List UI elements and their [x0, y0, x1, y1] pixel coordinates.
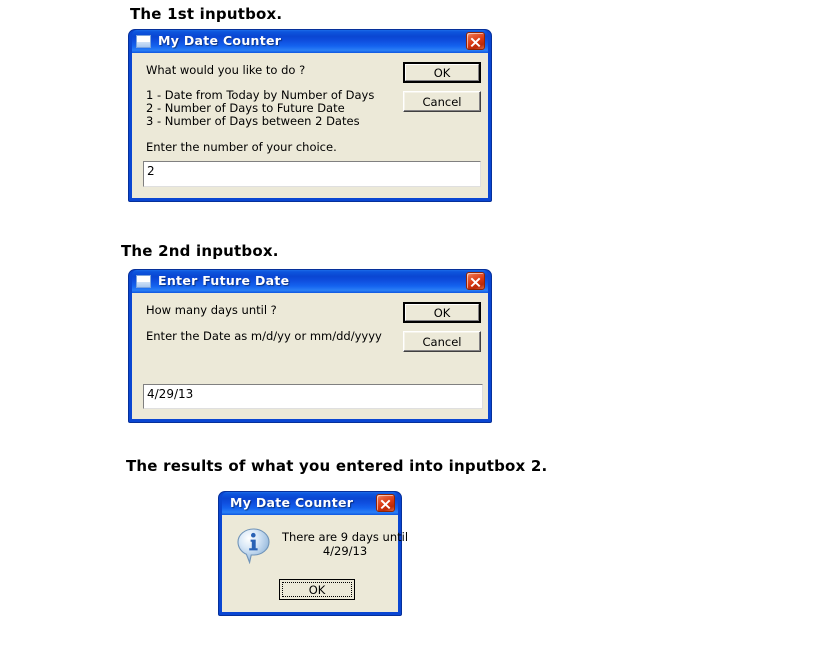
messagebox-client-area: There are 9 days until 4/29/13 OK [222, 515, 408, 612]
dialog-my-date-counter-1[interactable]: My Date Counter What would you like to d… [128, 29, 492, 202]
messagebox-message-line-2: 4/29/13 [322, 544, 368, 558]
dialog-2-title: Enter Future Date [158, 273, 290, 289]
dialog-1-ok-button[interactable]: OK [403, 62, 481, 83]
dialog-2-instruction: Enter the Date as m/d/yy or mm/dd/yyyy [146, 329, 382, 343]
dialog-enter-future-date[interactable]: Enter Future Date How many days until ? … [128, 269, 492, 423]
messagebox-ok-label: OK [282, 582, 352, 597]
caption-second-inputbox: The 2nd inputbox. [121, 242, 279, 260]
messagebox-message: There are 9 days until 4/29/13 [281, 530, 409, 558]
messagebox-message-line-1: There are 9 days until [281, 530, 409, 544]
document-icon [136, 35, 151, 48]
messagebox-title: My Date Counter [230, 495, 354, 511]
dialog-2-cancel-button[interactable]: Cancel [403, 331, 481, 352]
messagebox-ok-button[interactable]: OK [279, 579, 355, 600]
caption-first-inputbox: The 1st inputbox. [130, 5, 283, 23]
close-icon[interactable] [466, 272, 485, 290]
dialog-1-client-area: What would you like to do ? 1 - Date fro… [132, 53, 488, 198]
dialog-1-title: My Date Counter [158, 33, 282, 49]
dialog-2-input[interactable]: 4/29/13 [143, 384, 483, 409]
info-icon [237, 528, 271, 565]
dialog-1-cancel-button[interactable]: Cancel [403, 91, 481, 112]
dialog-2-ok-button[interactable]: OK [403, 302, 481, 323]
dialog-1-ok-label: OK [405, 64, 479, 81]
messagebox-my-date-counter[interactable]: My Date Counter There are 9 days until 4… [218, 491, 408, 616]
dialog-1-prompt: What would you like to do ? [146, 63, 306, 77]
document-icon [136, 275, 151, 288]
dialog-2-prompt: How many days until ? [146, 303, 277, 317]
dialog-1-option-3: 3 - Number of Days between 2 Dates [146, 114, 360, 128]
dialog-1-input[interactable]: 2 [143, 161, 481, 187]
dialog-2-client-area: How many days until ? Enter the Date as … [132, 293, 488, 419]
dialog-1-instruction: Enter the number of your choice. [146, 140, 337, 154]
dialog-2-ok-label: OK [405, 304, 479, 321]
close-icon[interactable] [376, 494, 395, 512]
titlebar-messagebox[interactable]: My Date Counter [222, 492, 398, 515]
caption-results: The results of what you entered into inp… [126, 457, 548, 475]
titlebar-dialog-1[interactable]: My Date Counter [132, 30, 488, 53]
titlebar-dialog-2[interactable]: Enter Future Date [132, 270, 488, 293]
close-icon[interactable] [466, 32, 485, 50]
